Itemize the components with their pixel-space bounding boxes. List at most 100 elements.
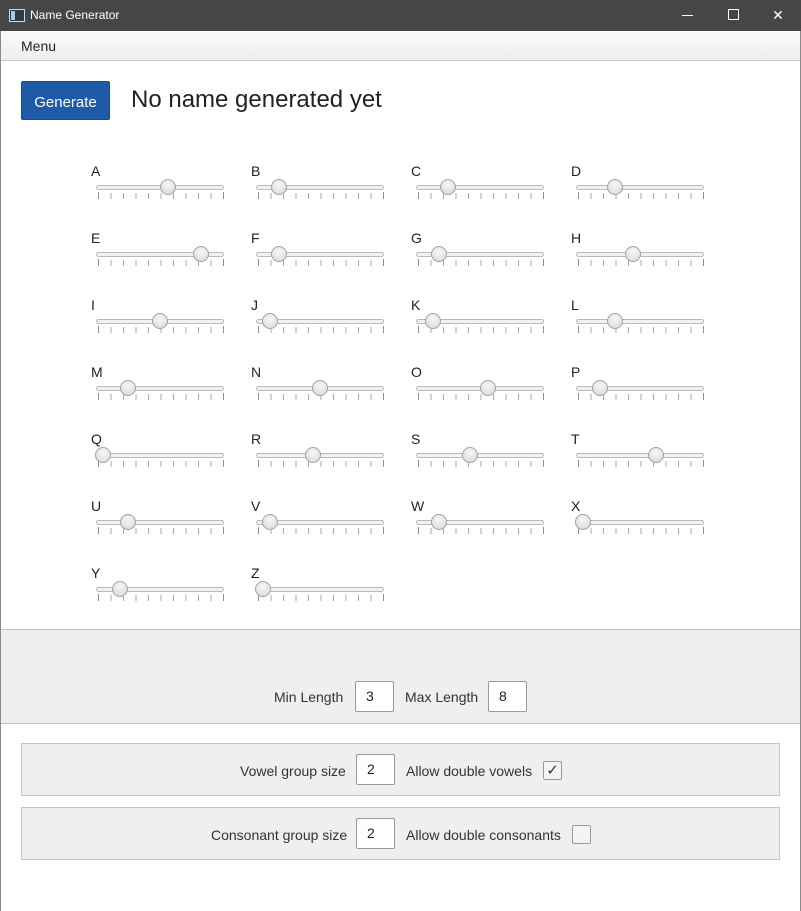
slider-h: H [571,230,711,280]
slider-thumb[interactable] [94,447,111,463]
slider-label: Z [251,565,260,581]
slider-tick-marks [578,192,704,199]
slider-thumb[interactable] [574,514,591,530]
allow-double-vowels-label: Allow double vowels [406,763,533,779]
slider-thumb[interactable] [119,380,136,396]
slider-label: P [571,364,581,380]
slider-track[interactable] [576,319,704,324]
allow-double-vowels-checkbox[interactable]: ✓ [543,761,562,780]
checkmark-icon: ✓ [546,762,559,779]
slider-thumb[interactable] [270,246,287,262]
slider-label: L [571,297,579,313]
max-length-label: Max Length [405,689,479,705]
maximize-icon [728,9,739,20]
vowel-group-size-input[interactable]: 2 [356,754,395,785]
slider-b: B [251,163,391,213]
slider-label: I [91,297,95,313]
slider-r: R [251,431,391,481]
window-border-left [0,31,1,911]
close-icon: ✕ [772,7,784,23]
minimize-icon [682,15,693,16]
slider-thumb[interactable] [119,514,136,530]
min-length-input[interactable]: 3 [355,681,394,712]
slider-z: Z [251,565,391,615]
slider-thumb[interactable] [480,380,497,396]
slider-tick-marks [258,527,384,534]
menu-bar: Menu [1,31,800,61]
slider-c: C [411,163,551,213]
slider-label: H [571,230,582,246]
slider-tick-marks [418,460,544,467]
min-length-label: Min Length [274,689,344,705]
slider-label: A [91,163,101,179]
slider-track[interactable] [96,453,224,458]
generate-button[interactable]: Generate [21,81,110,120]
slider-label: J [251,297,258,313]
slider-tick-marks [98,527,224,534]
generated-name-label: No name generated yet [131,86,382,113]
slider-track[interactable] [576,520,704,525]
slider-label: V [251,498,261,514]
title-bar: Name Generator ✕ [0,0,801,31]
slider-g: G [411,230,551,280]
slider-track[interactable] [576,185,704,190]
slider-label: K [411,297,421,313]
slider-label: C [411,163,422,179]
slider-thumb[interactable] [424,313,441,329]
slider-tick-marks [98,192,224,199]
slider-x: X [571,498,711,548]
slider-tick-marks [258,460,384,467]
slider-tick-marks [578,326,704,333]
slider-thumb[interactable] [192,246,209,262]
slider-m: M [91,364,231,414]
slider-thumb[interactable] [254,581,271,597]
consonant-group-size-label: Consonant group size [211,827,348,843]
close-button[interactable]: ✕ [755,0,801,31]
vowel-settings-panel: Vowel group size 2 Allow double vowels ✓ [21,743,780,796]
vowel-group-size-label: Vowel group size [240,763,346,779]
slider-thumb[interactable] [439,179,456,195]
slider-track[interactable] [576,453,704,458]
slider-thumb[interactable] [647,447,664,463]
slider-thumb[interactable] [160,179,177,195]
slider-thumb[interactable] [430,246,447,262]
slider-label: Q [91,431,102,447]
slider-l: L [571,297,711,347]
length-panel: Min Length 3 Max Length 8 [1,629,800,724]
slider-q: Q [91,431,231,481]
slider-track[interactable] [96,520,224,525]
slider-label: X [571,498,581,514]
slider-i: I [91,297,231,347]
slider-n: N [251,364,391,414]
slider-track[interactable] [96,386,224,391]
slider-track[interactable] [416,453,544,458]
menu-item-menu[interactable]: Menu [21,38,56,54]
slider-thumb[interactable] [624,246,641,262]
minimize-button[interactable] [664,0,710,31]
consonant-settings-panel: Consonant group size 2 Allow double cons… [21,807,780,860]
slider-label: D [571,163,582,179]
slider-thumb[interactable] [270,179,287,195]
max-length-input[interactable]: 8 [488,681,527,712]
slider-label: S [411,431,421,447]
slider-k: K [411,297,551,347]
slider-label: E [91,230,101,246]
allow-double-consonants-checkbox[interactable] [572,825,591,844]
slider-tick-marks [578,460,704,467]
slider-thumb[interactable] [430,514,447,530]
slider-thumb[interactable] [304,447,321,463]
slider-tick-marks [418,393,544,400]
slider-label: O [411,364,422,380]
slider-track[interactable] [416,185,544,190]
consonant-group-size-input[interactable]: 2 [356,818,395,849]
slider-y: Y [91,565,231,615]
window-title: Name Generator [30,8,120,22]
slider-thumb[interactable] [262,313,279,329]
slider-label: U [91,498,102,514]
slider-label: N [251,364,262,380]
slider-tick-marks [98,460,224,467]
slider-tick-marks [578,527,704,534]
slider-track[interactable] [256,587,384,592]
maximize-button[interactable] [710,0,756,31]
slider-thumb[interactable] [262,514,279,530]
